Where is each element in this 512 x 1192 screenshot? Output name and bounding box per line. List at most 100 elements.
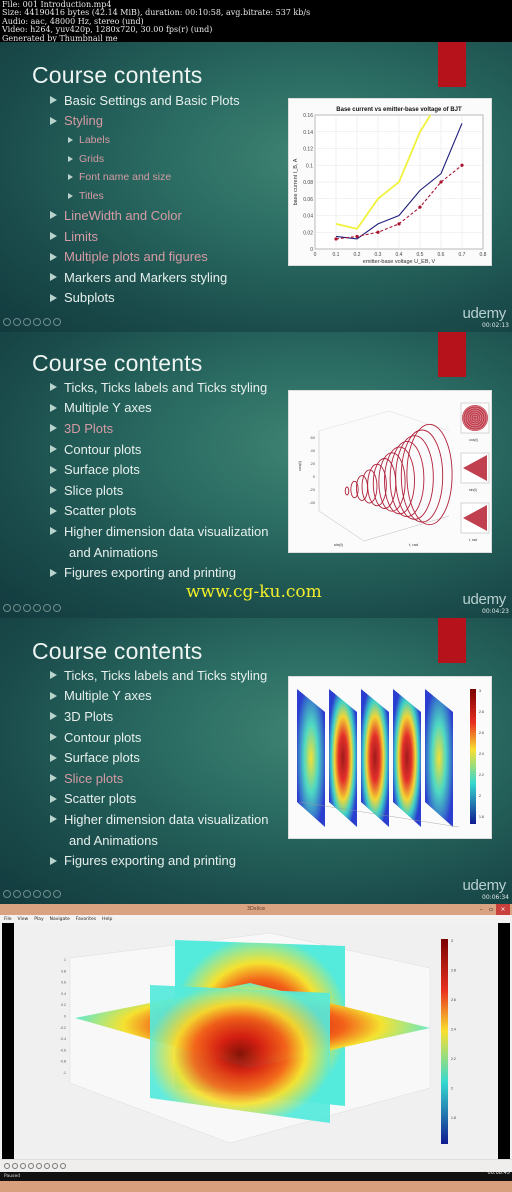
menu-view[interactable]: View — [18, 917, 29, 922]
menu-navigate[interactable]: Navigate — [50, 917, 70, 922]
list-item: Figures exporting and printing — [50, 850, 269, 871]
bullet-triangle-icon — [50, 116, 57, 125]
list-item: Slice plots — [50, 480, 269, 501]
bullet-triangle-icon — [50, 712, 57, 721]
window-controls: – ▫ × — [476, 904, 510, 915]
menu-file[interactable]: File — [4, 917, 12, 922]
bullet-triangle-icon — [50, 691, 57, 700]
video-canvas: 1 0.8 0.6 0.4 0.2 0 -0.2 -0.4 -0.6 -0.8 -1 3 2.8 2.6 2… — [0, 923, 512, 1159]
accent-rectangle — [438, 332, 466, 377]
play-icon[interactable] — [4, 1163, 10, 1169]
next-icon[interactable] — [13, 318, 21, 326]
list-item: Titles — [50, 187, 240, 206]
y-tick-label: 0.04 — [303, 214, 313, 220]
prev-icon[interactable] — [28, 1163, 34, 1169]
bullet-triangle-icon — [50, 252, 57, 261]
z-tick-label: -20 — [309, 487, 316, 492]
y-tick-label: 0.08 — [303, 180, 313, 186]
z-tick-label: 1 — [64, 958, 66, 962]
list-item: and Animations — [50, 830, 269, 851]
x-tick-label: 0.5 — [417, 252, 424, 258]
slides-icon[interactable] — [33, 604, 41, 612]
x-axis-label: sin(t) — [334, 542, 344, 547]
udemy-logo: udemy — [462, 305, 506, 322]
prev-icon[interactable] — [3, 604, 11, 612]
course-list: Ticks, Ticks labels and Ticks styling Mul… — [50, 665, 269, 871]
more-icon[interactable] — [53, 890, 61, 898]
pen-icon[interactable] — [23, 890, 31, 898]
pen-icon[interactable] — [23, 604, 31, 612]
list-item: Surface plots — [50, 459, 269, 480]
slide-controls[interactable] — [3, 890, 61, 898]
bullet-triangle-icon — [50, 671, 57, 680]
slice-3d-chart: 1 0.8 0.6 0.4 0.2 0 -0.2 -0.4 -0.6 -0.8 -1 3 2.8 2.6 2… — [60, 932, 456, 1144]
slide-controls[interactable] — [3, 604, 61, 612]
list-item: Limits — [50, 226, 240, 247]
menu-play[interactable]: Play — [34, 917, 43, 922]
zoom-icon[interactable] — [43, 604, 51, 612]
bullet-triangle-icon — [50, 794, 57, 803]
slice-plane — [425, 689, 453, 827]
letterbox-left — [2, 923, 14, 1159]
z-tick-label: 0 — [313, 474, 316, 479]
maximize-button[interactable]: ▫ — [486, 904, 496, 915]
timecode: 00:04:23 — [482, 608, 509, 615]
data-point — [418, 205, 422, 209]
helix-loop — [406, 423, 453, 526]
bullet-triangle-icon — [50, 527, 57, 536]
next-icon[interactable] — [52, 1163, 58, 1169]
colorbar-tick-label: 2.4 — [479, 752, 484, 756]
prev-icon[interactable] — [3, 318, 11, 326]
list-item: Higher dimension data visualization — [50, 521, 269, 542]
data-point — [376, 230, 380, 234]
slides-icon[interactable] — [33, 318, 41, 326]
bullet-triangle-icon — [50, 733, 57, 742]
menu-favorites[interactable]: Favorites — [76, 917, 96, 922]
zoom-icon[interactable] — [43, 890, 51, 898]
stop-icon[interactable] — [20, 1163, 26, 1169]
data-point — [355, 234, 359, 239]
watermark: www.cg-ku.com — [186, 582, 322, 602]
zoom-icon[interactable] — [43, 318, 51, 326]
data-point — [397, 222, 401, 226]
bullet-triangle-icon — [68, 192, 73, 199]
next-icon[interactable] — [13, 890, 21, 898]
pen-icon[interactable] — [23, 318, 31, 326]
colorbar-tick-label: 2.6 — [479, 731, 484, 735]
slides-icon[interactable] — [33, 890, 41, 898]
z-tick-label: 20 — [311, 461, 316, 466]
next-icon[interactable] — [13, 604, 21, 612]
z-tick-label: -40 — [309, 500, 316, 505]
minimize-button[interactable]: – — [476, 904, 486, 915]
list-item-label: Subplots — [64, 290, 115, 306]
rewind-icon[interactable] — [36, 1163, 42, 1169]
bullet-triangle-icon — [50, 232, 57, 241]
close-button[interactable]: × — [496, 904, 510, 915]
list-item: Styling — [50, 111, 240, 132]
player-toolbar — [0, 1159, 512, 1172]
course-list: Ticks, Ticks labels and Ticks styling Mul… — [50, 377, 269, 583]
z-tick-label: 0.4 — [61, 992, 66, 996]
slide-title: Course contents — [32, 638, 203, 664]
forward-icon[interactable] — [44, 1163, 50, 1169]
more-icon[interactable] — [53, 318, 61, 326]
slice-plane — [393, 689, 421, 827]
bjt-chart-figure: 0 0.1 0.2 0.3 0.4 0.5 0.6 0.7 0.8 0 0.02 0.04 0.06 0.… — [288, 98, 492, 266]
prev-icon[interactable] — [3, 890, 11, 898]
open-icon[interactable] — [60, 1163, 66, 1169]
list-item: Ticks, Ticks labels and Ticks styling — [50, 377, 269, 398]
pause-icon[interactable] — [12, 1163, 18, 1169]
menu-help[interactable]: Help — [102, 917, 112, 922]
slide-controls[interactable] — [3, 318, 61, 326]
list-item-label: Basic Settings and Basic Plots — [64, 92, 240, 108]
bullet-triangle-icon — [50, 383, 57, 392]
inset-label: t, rad — [469, 538, 477, 542]
more-icon[interactable] — [53, 604, 61, 612]
slice-chart: 3 2.8 2.6 2.4 2.2 2 1.8 — [297, 689, 484, 828]
helix-loop — [400, 429, 444, 523]
slide-title: Course contents — [32, 350, 203, 376]
z-axis-label: cos(t) — [297, 460, 302, 471]
colorbar-tick-label: 2 — [451, 1087, 453, 1091]
window-title: 3Dslice — [0, 904, 512, 915]
bullet-triangle-icon — [68, 155, 73, 162]
